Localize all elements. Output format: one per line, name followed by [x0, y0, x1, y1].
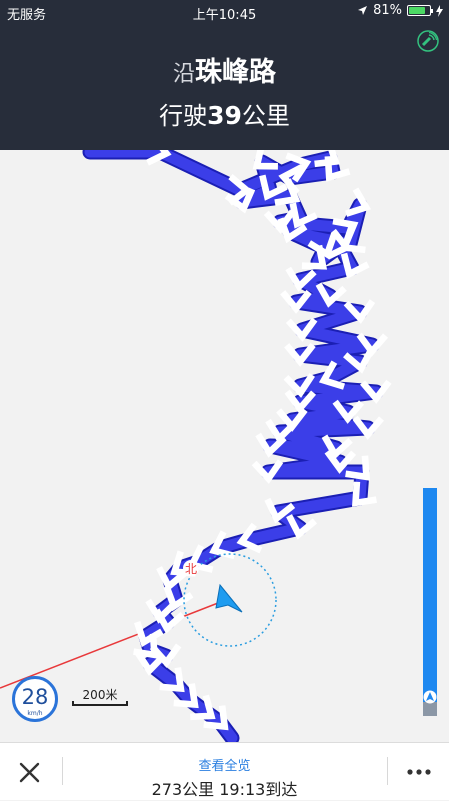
distance-instruction: 行驶39公里: [0, 96, 449, 131]
road-name: 珠峰路: [195, 57, 276, 88]
compass-north-marker: 北: [183, 560, 199, 576]
bottom-bar: 查看全览 273公里 19:13到达: [0, 742, 449, 800]
view-overview-link[interactable]: 查看全览: [0, 755, 449, 774]
route-progress-fill: [423, 488, 437, 703]
speed-value: 28: [21, 685, 49, 709]
location-arrow-icon: [358, 6, 368, 15]
distance-value: 39: [207, 101, 242, 130]
status-right: 81%: [357, 3, 443, 18]
navigation-header: 沿珠峰路 行驶39公里: [0, 24, 449, 150]
speed-unit: km/h: [27, 710, 43, 717]
distance-prefix: 行驶: [159, 102, 208, 130]
progress-car-icon: [423, 690, 437, 704]
road-prefix: 沿: [172, 62, 195, 87]
status-bar: 无服务 上午10:45 81%: [0, 0, 449, 24]
scale-line: [72, 701, 128, 706]
car-position-icon: [215, 583, 243, 613]
battery-percent: 81%: [373, 3, 402, 18]
route-progress-bar: [423, 488, 437, 716]
divider-right: [387, 757, 388, 785]
navigation-map[interactable]: 北: [0, 150, 449, 742]
distance-unit: 公里: [241, 102, 290, 130]
charging-icon: [436, 4, 443, 17]
north-label: 北: [185, 562, 197, 576]
speed-indicator: 28 km/h: [12, 676, 58, 722]
gps-signal-icon[interactable]: [417, 30, 439, 52]
eta-text: 273公里 19:13到达: [151, 780, 298, 799]
scale-bar: 200米: [72, 686, 128, 706]
more-icon[interactable]: [389, 743, 449, 801]
road-instruction: 沿珠峰路: [0, 50, 449, 89]
route-line: [82, 150, 392, 742]
battery-icon: [407, 5, 433, 16]
